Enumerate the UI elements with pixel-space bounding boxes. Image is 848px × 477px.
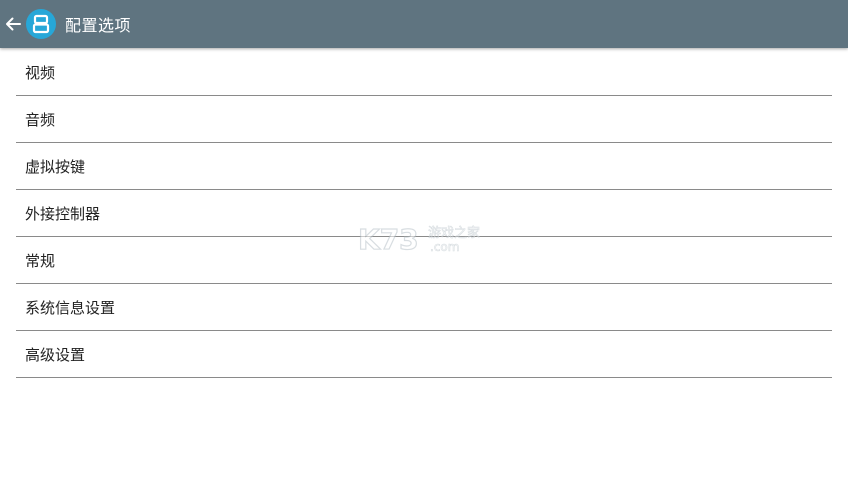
menu-item-label: 虚拟按键: [25, 157, 86, 176]
arrow-left-icon: [6, 17, 21, 31]
settings-list: 视频 音频 虚拟按键 外接控制器 常规 系统信息设置 高级设置: [16, 49, 832, 378]
menu-item-label: 音频: [25, 110, 56, 129]
menu-item-label: 系统信息设置: [25, 298, 116, 317]
menu-item-label: 高级设置: [25, 345, 86, 364]
menu-item-external-controller[interactable]: 外接控制器: [16, 190, 832, 237]
menu-item-general[interactable]: 常规: [16, 237, 832, 284]
menu-item-system-info[interactable]: 系统信息设置: [16, 284, 832, 331]
menu-item-video[interactable]: 视频: [16, 49, 832, 96]
app-icon: [26, 9, 56, 39]
dual-screen-icon: [32, 14, 50, 34]
back-button[interactable]: [1, 0, 25, 48]
menu-item-virtual-keys[interactable]: 虚拟按键: [16, 143, 832, 190]
menu-item-label: 常规: [25, 251, 56, 270]
menu-item-advanced[interactable]: 高级设置: [16, 331, 832, 378]
app-bar: 配置选项: [0, 0, 848, 48]
menu-item-label: 外接控制器: [25, 204, 101, 223]
menu-item-audio[interactable]: 音频: [16, 96, 832, 143]
menu-item-label: 视频: [25, 63, 56, 82]
page-title: 配置选项: [65, 16, 132, 35]
